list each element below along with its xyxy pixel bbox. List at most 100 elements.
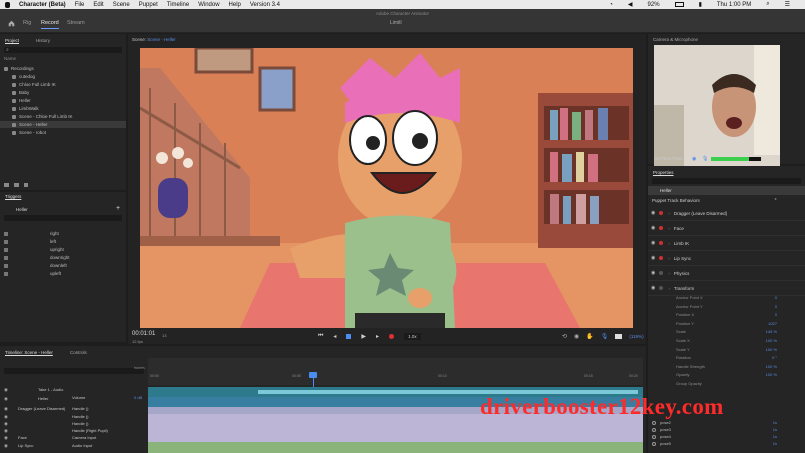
trigger-radio-icon[interactable] [652,442,656,446]
mic-toggle-icon[interactable]: 🎙 [702,156,708,162]
puppet-track-behaviors-header[interactable]: Puppet Track Behaviors [652,198,700,203]
step-back-icon[interactable]: ◂ [333,333,336,340]
behavior-row[interactable]: ◉ › Physics [648,266,805,281]
add-behavior-icon[interactable]: ⁺ [774,197,777,204]
play-icon[interactable]: ▶ [361,333,366,340]
hand-icon[interactable]: ✋ [586,333,593,340]
chevron-right-icon[interactable]: › [668,256,670,261]
trigger-radio-icon[interactable] [652,428,656,432]
speed-field[interactable]: 1.0x [404,333,421,340]
tab-project[interactable]: Project [5,38,19,43]
project-item[interactable]: Recordings [0,65,126,72]
set-rest-pose-button[interactable]: Set Rest Pose [654,156,683,161]
trigger-radio-icon[interactable] [652,421,656,425]
chevron-right-icon[interactable]: › [668,241,670,246]
track-name[interactable]: Lip Sync [18,443,33,448]
project-item[interactable]: Scene - Heller [0,121,126,128]
project-item[interactable]: Scene - robot [0,129,126,136]
chevron-right-icon[interactable]: › [668,271,670,276]
stop-button[interactable] [346,334,352,339]
arm-record-icon[interactable] [659,211,664,215]
mic-icon[interactable]: 🎙 [601,333,609,340]
track-visibility-icon[interactable]: ◉ [4,396,8,402]
folder-icon[interactable] [14,183,19,187]
wifi-icon[interactable]: ◔ [609,2,613,8]
trigger-key-icon[interactable] [4,263,8,268]
scene-name[interactable]: Scene - Heller [147,37,176,42]
trigger-item[interactable]: upleft [4,270,61,277]
visibility-icon[interactable]: ◉ [651,285,655,291]
track-visibility-icon[interactable]: ◉ [4,428,8,434]
trigger-radio-icon[interactable] [652,435,656,439]
new-folder-icon[interactable] [4,183,9,187]
behavior-row[interactable]: ◉ › Limb IK [648,236,805,251]
home-icon[interactable] [8,20,15,27]
properties-search-input[interactable] [652,178,801,184]
background-swatch[interactable] [615,334,623,339]
menu-timeline[interactable]: Timeline [167,2,189,8]
delete-icon[interactable] [24,183,28,187]
menu-window[interactable]: Window [198,2,219,8]
track-visibility-icon[interactable]: ◉ [4,387,8,393]
menu-help[interactable]: Help [229,2,241,8]
tab-rig[interactable]: Rig [23,20,31,26]
tab-timeline[interactable]: Timeline: Scene - Heller [5,350,53,355]
chevron-right-icon[interactable]: › [668,226,670,231]
project-item[interactable]: Heller [0,97,126,104]
project-item[interactable]: Chloe Full Limb IK [0,81,126,88]
track-name[interactable]: Heller [38,396,48,401]
track-visibility-icon[interactable]: ◉ [4,406,8,412]
arm-record-icon[interactable] [659,286,664,290]
project-item[interactable]: Baby [0,89,126,96]
trigger-item[interactable]: upright [4,246,64,253]
loop-icon[interactable]: ⟲ [562,333,567,340]
param-value[interactable]: 100 % [766,338,777,343]
zoom-dropdown[interactable]: (119%) [629,334,643,339]
project-search-input[interactable]: ⌕ [4,47,122,53]
go-to-start-icon[interactable]: ⏮ [318,333,323,340]
track-visibility-icon[interactable]: ◉ [4,414,8,420]
search-menu-icon[interactable]: ⌕ [766,1,769,8]
param-value[interactable]: 100 % [766,372,777,377]
param-value[interactable]: 0 [775,312,777,317]
camera-icon[interactable]: ◉ [574,333,579,340]
arm-record-icon[interactable] [659,271,664,275]
trigger-item[interactable]: right [4,230,59,237]
project-item[interactable]: cutedog [0,73,126,80]
trigger-item[interactable]: left [4,238,56,245]
step-forward-icon[interactable]: ▸ [376,333,379,340]
scene-canvas[interactable] [140,48,633,328]
tab-controls[interactable]: Controls [70,350,87,355]
tab-stream[interactable]: Stream [67,20,85,26]
behavior-row[interactable]: ◉ › Lip Sync [648,251,805,266]
param-value[interactable]: 145 % [766,329,777,334]
trigger-param-value[interactable]: 1s [773,441,777,446]
param-value[interactable]: 0 ° [772,355,777,360]
arm-record-icon[interactable] [659,256,664,260]
chevron-right-icon[interactable]: › [668,211,670,216]
menu-file[interactable]: File [75,2,85,8]
timeline-ruler[interactable] [148,358,643,385]
menu-version[interactable]: Version 3.4 [250,2,280,8]
flag-icon[interactable]: ▮ [699,1,702,8]
camera-toggle-icon[interactable]: ◉ [692,156,696,162]
menu-edit[interactable]: Edit [93,2,103,8]
triggers-search-input[interactable] [4,215,122,221]
trigger-param-value[interactable]: 1s [773,427,777,432]
tab-history[interactable]: History [36,38,50,43]
track-name[interactable]: Take 1 - Audio [38,387,63,392]
track-visibility-icon[interactable]: ◉ [4,443,8,449]
visibility-icon[interactable]: ◉ [651,225,655,231]
param-value[interactable]: 100 % [766,347,777,352]
behavior-row[interactable]: ◉ › Dragger (Leave Disarmed) [648,206,805,221]
tab-record[interactable]: Record [41,20,59,29]
visibility-icon[interactable]: ◉ [651,270,655,276]
track-value[interactable]: 0 dB [134,395,142,400]
trigger-param-value[interactable]: 1s [773,420,777,425]
trigger-item[interactable]: downright [4,254,70,261]
menu-scene[interactable]: Scene [113,2,130,8]
trigger-param-value[interactable]: 1s [773,434,777,439]
trigger-key-icon[interactable] [4,255,8,260]
param-value[interactable]: 100 % [766,364,777,369]
visibility-icon[interactable]: ◉ [651,210,655,216]
